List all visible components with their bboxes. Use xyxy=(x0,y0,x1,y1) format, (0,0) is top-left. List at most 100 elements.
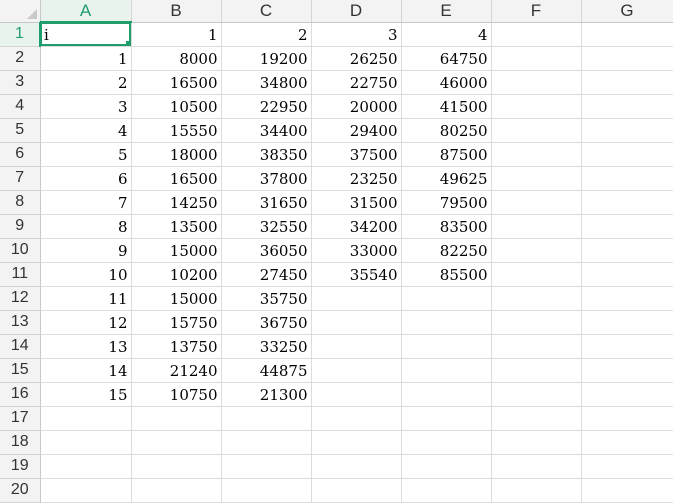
cell-e14[interactable] xyxy=(401,334,492,359)
cell-c3[interactable]: 34800 xyxy=(221,70,312,95)
cell-b15[interactable]: 21240 xyxy=(131,358,222,383)
cell-e3[interactable]: 46000 xyxy=(401,70,492,95)
select-all-corner[interactable] xyxy=(0,0,41,23)
row-header-19[interactable]: 19 xyxy=(0,454,41,479)
cell-d3[interactable]: 22750 xyxy=(311,70,402,95)
cell-b14[interactable]: 13750 xyxy=(131,334,222,359)
cell-f2[interactable] xyxy=(491,46,582,71)
cell-d1[interactable]: 3 xyxy=(311,22,402,47)
cell-b1[interactable]: 1 xyxy=(131,22,222,47)
cell-a16[interactable]: 15 xyxy=(40,382,132,407)
cell-b2[interactable]: 8000 xyxy=(131,46,222,71)
cell-d5[interactable]: 29400 xyxy=(311,118,402,143)
cell-a5[interactable]: 4 xyxy=(40,118,132,143)
cell-a20[interactable] xyxy=(40,478,132,503)
cell-f1[interactable] xyxy=(491,22,582,47)
cell-b10[interactable]: 15000 xyxy=(131,238,222,263)
row-header-10[interactable]: 10 xyxy=(0,238,41,263)
cell-f11[interactable] xyxy=(491,262,582,287)
cell-f9[interactable] xyxy=(491,214,582,239)
cell-g1[interactable] xyxy=(581,22,673,47)
cell-d13[interactable] xyxy=(311,310,402,335)
cell-e2[interactable]: 64750 xyxy=(401,46,492,71)
cell-d2[interactable]: 26250 xyxy=(311,46,402,71)
row-header-16[interactable]: 16 xyxy=(0,382,41,407)
cell-d18[interactable] xyxy=(311,430,402,455)
cell-c20[interactable] xyxy=(221,478,312,503)
cell-g6[interactable] xyxy=(581,142,673,167)
cell-a12[interactable]: 11 xyxy=(40,286,132,311)
cell-e7[interactable]: 49625 xyxy=(401,166,492,191)
cell-d16[interactable] xyxy=(311,382,402,407)
cell-a18[interactable] xyxy=(40,430,132,455)
cell-f13[interactable] xyxy=(491,310,582,335)
row-header-11[interactable]: 11 xyxy=(0,262,41,287)
cell-f16[interactable] xyxy=(491,382,582,407)
cell-d14[interactable] xyxy=(311,334,402,359)
cell-a15[interactable]: 14 xyxy=(40,358,132,383)
cell-e13[interactable] xyxy=(401,310,492,335)
cell-c4[interactable]: 22950 xyxy=(221,94,312,119)
cell-f6[interactable] xyxy=(491,142,582,167)
cell-b4[interactable]: 10500 xyxy=(131,94,222,119)
cell-c16[interactable]: 21300 xyxy=(221,382,312,407)
cell-a13[interactable]: 12 xyxy=(40,310,132,335)
cell-e6[interactable]: 87500 xyxy=(401,142,492,167)
cell-d20[interactable] xyxy=(311,478,402,503)
column-header-b[interactable]: B xyxy=(131,0,222,23)
cell-c11[interactable]: 27450 xyxy=(221,262,312,287)
row-header-2[interactable]: 2 xyxy=(0,46,41,71)
cell-c19[interactable] xyxy=(221,454,312,479)
cell-a3[interactable]: 2 xyxy=(40,70,132,95)
row-header-6[interactable]: 6 xyxy=(0,142,41,167)
cell-c15[interactable]: 44875 xyxy=(221,358,312,383)
cell-e18[interactable] xyxy=(401,430,492,455)
cell-g4[interactable] xyxy=(581,94,673,119)
cell-d12[interactable] xyxy=(311,286,402,311)
cell-f17[interactable] xyxy=(491,406,582,431)
row-header-8[interactable]: 8 xyxy=(0,190,41,215)
cell-b20[interactable] xyxy=(131,478,222,503)
cell-b12[interactable]: 15000 xyxy=(131,286,222,311)
cell-f20[interactable] xyxy=(491,478,582,503)
column-header-a[interactable]: A xyxy=(40,0,132,23)
cell-e9[interactable]: 83500 xyxy=(401,214,492,239)
cell-g7[interactable] xyxy=(581,166,673,191)
row-header-1[interactable]: 1 xyxy=(0,22,41,47)
cell-f14[interactable] xyxy=(491,334,582,359)
cell-a19[interactable] xyxy=(40,454,132,479)
cell-d11[interactable]: 35540 xyxy=(311,262,402,287)
cell-e11[interactable]: 85500 xyxy=(401,262,492,287)
cell-d8[interactable]: 31500 xyxy=(311,190,402,215)
cell-a10[interactable]: 9 xyxy=(40,238,132,263)
cell-e16[interactable] xyxy=(401,382,492,407)
cell-d10[interactable]: 33000 xyxy=(311,238,402,263)
cell-f4[interactable] xyxy=(491,94,582,119)
row-header-5[interactable]: 5 xyxy=(0,118,41,143)
cell-e20[interactable] xyxy=(401,478,492,503)
cell-c9[interactable]: 32550 xyxy=(221,214,312,239)
cell-d15[interactable] xyxy=(311,358,402,383)
cell-a9[interactable]: 8 xyxy=(40,214,132,239)
cell-c10[interactable]: 36050 xyxy=(221,238,312,263)
cell-b3[interactable]: 16500 xyxy=(131,70,222,95)
cell-b13[interactable]: 15750 xyxy=(131,310,222,335)
cell-e5[interactable]: 80250 xyxy=(401,118,492,143)
cell-g8[interactable] xyxy=(581,190,673,215)
cell-g18[interactable] xyxy=(581,430,673,455)
cell-b6[interactable]: 18000 xyxy=(131,142,222,167)
row-header-20[interactable]: 20 xyxy=(0,478,41,503)
cell-b17[interactable] xyxy=(131,406,222,431)
cell-f18[interactable] xyxy=(491,430,582,455)
row-header-14[interactable]: 14 xyxy=(0,334,41,359)
column-header-e[interactable]: E xyxy=(401,0,492,23)
fill-handle[interactable] xyxy=(125,40,130,45)
cell-c12[interactable]: 35750 xyxy=(221,286,312,311)
column-header-d[interactable]: D xyxy=(311,0,402,23)
cell-f8[interactable] xyxy=(491,190,582,215)
cell-g17[interactable] xyxy=(581,406,673,431)
cell-f15[interactable] xyxy=(491,358,582,383)
row-header-12[interactable]: 12 xyxy=(0,286,41,311)
cell-e17[interactable] xyxy=(401,406,492,431)
cell-d4[interactable]: 20000 xyxy=(311,94,402,119)
